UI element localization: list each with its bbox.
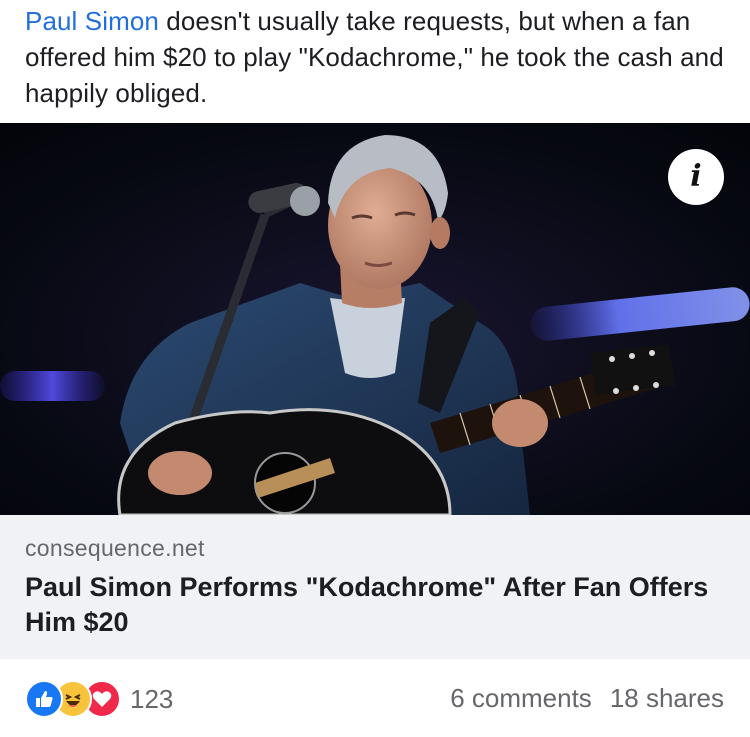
link-preview-card[interactable]: consequence.net Paul Simon Performs "Kod…: [0, 515, 750, 659]
link-domain: consequence.net: [25, 535, 205, 561]
comments-count-link[interactable]: 6 comments: [450, 683, 592, 714]
like-icon: [25, 680, 63, 718]
performer-photo: [0, 123, 750, 515]
info-button[interactable]: i: [668, 149, 724, 205]
reaction-count: 123: [130, 683, 174, 714]
post-stats: 6 comments 18 shares: [450, 683, 724, 714]
engagement-bar: 123 6 comments 18 shares: [0, 659, 750, 737]
info-icon: i: [690, 159, 702, 194]
post-text: Paul Simon doesn't usually take requests…: [25, 3, 730, 111]
shares-count-link[interactable]: 18 shares: [610, 683, 724, 714]
link-title[interactable]: Paul Simon Performs "Kodachrome" After F…: [25, 570, 725, 640]
reactions-summary[interactable]: 123: [25, 680, 174, 718]
post-image[interactable]: [0, 123, 750, 515]
author-mention-link[interactable]: Paul Simon: [25, 6, 159, 36]
